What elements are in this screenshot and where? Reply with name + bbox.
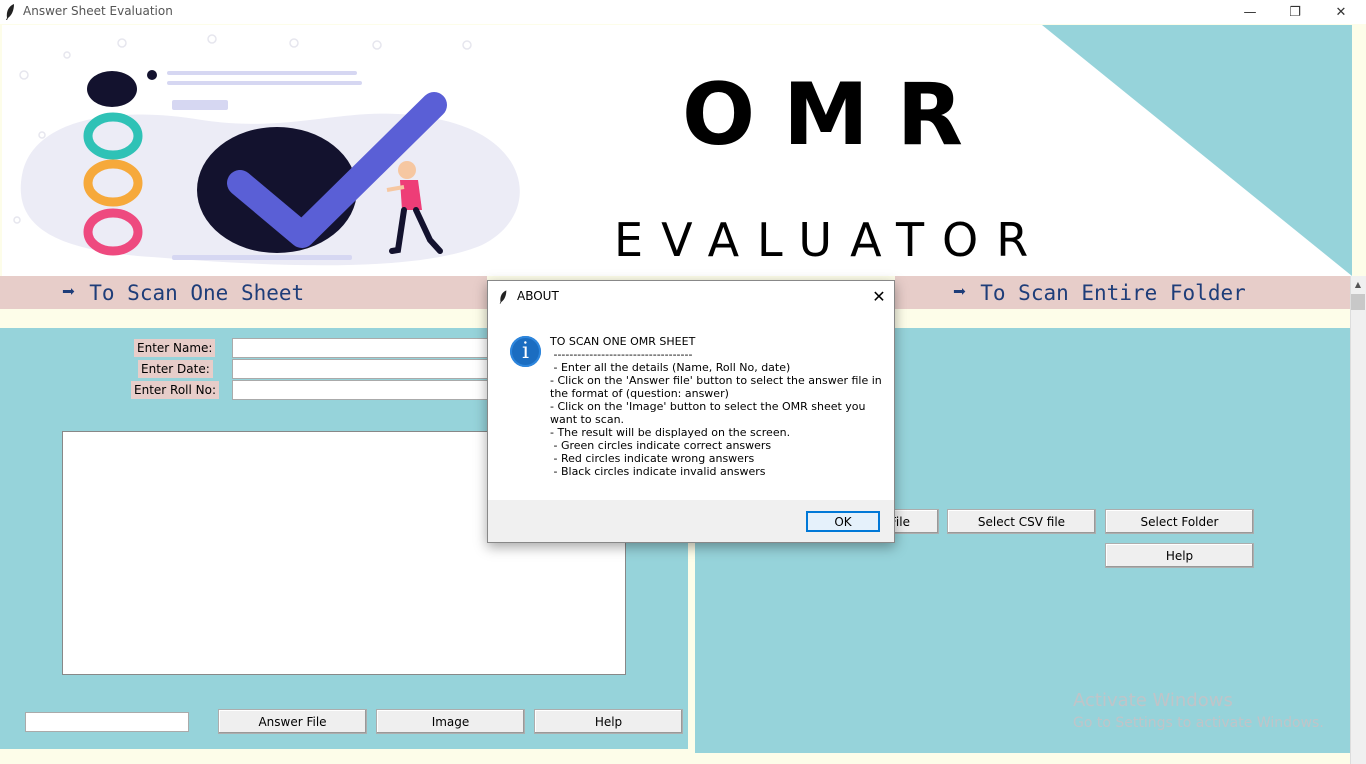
score-input[interactable] <box>25 712 189 732</box>
roll-input[interactable] <box>232 380 488 400</box>
select-folder-button[interactable]: Select Folder <box>1105 509 1254 534</box>
date-label: Enter Date: <box>138 360 213 378</box>
banner: OMR EVALUATOR <box>2 25 1352 276</box>
image-button[interactable]: Image <box>376 709 525 734</box>
banner-subtitle: EVALUATOR <box>614 213 1047 267</box>
arrow-right-icon: ➡ <box>953 280 967 305</box>
name-label: Enter Name: <box>134 339 216 357</box>
restore-button[interactable]: ❐ <box>1272 0 1318 24</box>
close-window-button[interactable]: ✕ <box>1318 0 1364 24</box>
header-scan-one-sheet: ➡ To Scan One Sheet <box>0 276 487 309</box>
dialog-close-icon[interactable]: ✕ <box>868 285 890 307</box>
title-bar: Answer Sheet Evaluation — ❐ ✕ <box>0 0 1366 24</box>
banner-title: OMR <box>682 65 991 165</box>
minimize-button[interactable]: — <box>1227 0 1273 24</box>
info-icon: i <box>510 336 541 367</box>
help-button-right[interactable]: Help <box>1105 543 1254 568</box>
header-label: To Scan One Sheet <box>89 280 305 305</box>
help-button-left[interactable]: Help <box>534 709 683 734</box>
header-label: To Scan Entire Folder <box>980 280 1246 305</box>
ok-button[interactable]: OK <box>806 511 880 532</box>
roll-label: Enter Roll No: <box>131 381 220 399</box>
vertical-scrollbar[interactable] <box>1350 276 1366 764</box>
scroll-up-icon[interactable]: ▲ <box>1350 276 1366 293</box>
feather-icon <box>4 3 16 21</box>
activation-watermark-title: Activate Windows <box>1073 690 1233 711</box>
dialog-message: TO SCAN ONE OMR SHEET ------------------… <box>550 335 882 478</box>
select-csv-button[interactable]: Select CSV file <box>947 509 1096 534</box>
activation-watermark-text: Go to Settings to activate Windows. <box>1073 715 1324 731</box>
arrow-right-icon: ➡ <box>62 280 76 305</box>
date-input[interactable] <box>232 359 488 379</box>
feather-icon <box>498 289 508 305</box>
scroll-thumb[interactable] <box>1351 294 1365 310</box>
header-scan-entire-folder: ➡ To Scan Entire Folder <box>895 276 1350 309</box>
answer-file-button[interactable]: Answer File <box>218 709 367 734</box>
dialog-title: ABOUT <box>517 289 559 303</box>
window-title: Answer Sheet Evaluation <box>23 4 173 18</box>
name-input[interactable] <box>232 338 488 358</box>
about-dialog: ABOUT ✕ i TO SCAN ONE OMR SHEET --------… <box>487 280 895 543</box>
